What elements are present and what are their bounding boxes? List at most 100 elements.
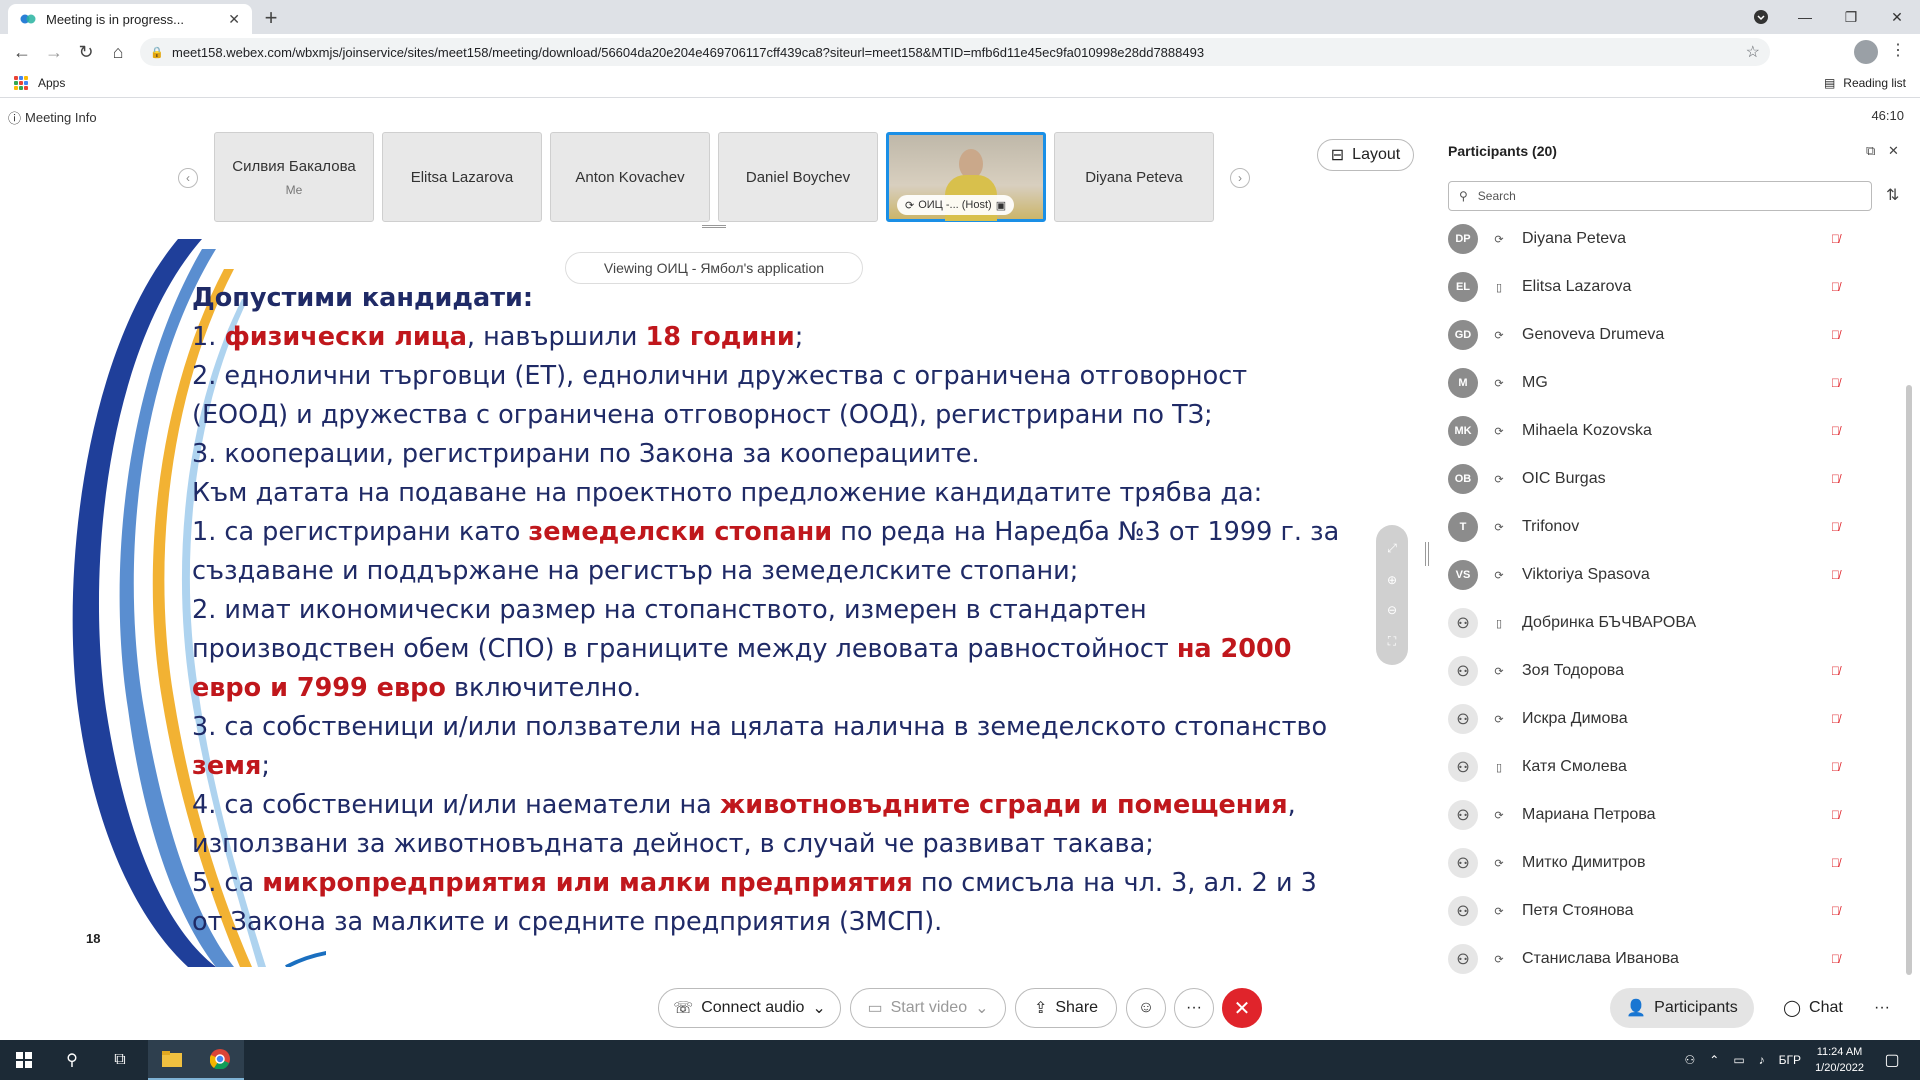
meeting-info-button[interactable]: ⓘ Meeting Info (8, 108, 97, 127)
strip-resize-handle[interactable] (702, 225, 726, 228)
apps-bookmark[interactable]: Apps (14, 76, 65, 90)
thumbnail-participant[interactable]: Diyana Peteva (1054, 132, 1214, 222)
fullscreen-icon[interactable]: ⤢ (1387, 541, 1397, 556)
participant-row[interactable]: ⚇ ⟳ Митко Димитров 🎙̸ (1448, 839, 1878, 887)
muted-mic-icon[interactable]: 🎙̸ (1831, 568, 1840, 582)
muted-mic-icon[interactable]: 🎙̸ (1831, 808, 1840, 822)
participants-title: Participants (20) (1448, 143, 1557, 159)
layout-button[interactable]: ⊟ Layout (1317, 139, 1414, 171)
close-icon: ✕ (1233, 997, 1251, 1020)
browser-tab[interactable]: Meeting is in progress... ✕ (8, 4, 252, 34)
muted-mic-icon[interactable]: 🎙̸ (1831, 904, 1840, 918)
zoom-in-icon[interactable]: ⊕ (1387, 573, 1397, 587)
participant-row[interactable]: ⚇ ⟳ Зоя Тодорова 🎙̸ (1448, 647, 1878, 695)
thumbnail-host-video[interactable]: ⟳ ОИЦ -... (Host) ▣ (886, 132, 1046, 222)
more-options-button[interactable]: ··· (1174, 988, 1214, 1028)
close-window-icon[interactable]: ✕ (1874, 0, 1920, 34)
muted-mic-icon[interactable]: 🎙̸ (1831, 232, 1840, 246)
participant-list: DP ⟳ Diyana Peteva 🎙̸ EL ▯ Elitsa Lazarova 🎙̸ GD… (1448, 215, 1878, 978)
participant-row[interactable]: VS ⟳ Viktoriya Spasova 🎙̸ (1448, 551, 1878, 599)
participant-search-input[interactable]: ⚲ Search (1448, 181, 1872, 211)
muted-mic-icon[interactable]: 🎙̸ (1831, 520, 1840, 534)
thumbnail-participant[interactable]: Elitsa Lazarova (382, 132, 542, 222)
file-explorer-icon[interactable] (148, 1040, 196, 1080)
notifications-icon[interactable]: ▢ (1868, 1040, 1916, 1080)
browser-menu-icon[interactable]: ⋮ (1890, 40, 1906, 60)
tray-chevron-icon[interactable]: ⌃ (1709, 1053, 1719, 1067)
search-icon: ⚲ (1459, 189, 1468, 203)
participant-row[interactable]: T ⟳ Trifonov 🎙̸ (1448, 503, 1878, 551)
muted-mic-icon[interactable]: 🎙̸ (1831, 760, 1840, 774)
zoom-out-icon[interactable]: ⊖ (1387, 603, 1397, 617)
muted-mic-icon[interactable]: 🎙̸ (1831, 856, 1840, 870)
home-icon[interactable]: ⌂ (106, 40, 130, 64)
volume-icon[interactable]: ♪ (1759, 1053, 1765, 1067)
muted-mic-icon[interactable]: 🎙̸ (1831, 376, 1840, 390)
start-video-button[interactable]: ▭ Start video ⌄ (850, 988, 1006, 1028)
popout-icon[interactable]: ⧉ (1866, 143, 1875, 159)
fit-screen-icon[interactable]: ⛶ (1388, 634, 1396, 649)
participant-row[interactable]: OB ⟳ OIC Burgas 🎙̸ (1448, 455, 1878, 503)
muted-mic-icon[interactable]: 🎙̸ (1831, 424, 1840, 438)
thumbnail-participant[interactable]: Daniel Boychev (718, 132, 878, 222)
forward-icon[interactable]: → (42, 40, 66, 64)
address-bar[interactable]: 🔒 meet158.webex.com/wbxmjs/joinservice/s… (140, 38, 1770, 66)
connect-audio-button[interactable]: ☏ Connect audio ⌄ (658, 988, 841, 1028)
participant-row[interactable]: M ⟳ MG 🎙̸ (1448, 359, 1878, 407)
minimize-icon[interactable]: — (1782, 0, 1828, 34)
bookmark-star-icon[interactable]: ☆ (1746, 42, 1760, 62)
close-tab-icon[interactable]: ✕ (228, 11, 240, 28)
slide-line-7: 3. са собственици и/или ползватели на ця… (192, 708, 1342, 786)
slide-heading: Допустими кандидати: (192, 283, 534, 313)
panel-resize-handle[interactable] (1425, 542, 1429, 566)
reactions-button[interactable]: ☺ (1126, 988, 1166, 1028)
thumbnail-participant[interactable]: Anton Kovachev (550, 132, 710, 222)
leave-meeting-button[interactable]: ✕ (1222, 988, 1262, 1028)
participants-button[interactable]: 👤 Participants (1610, 988, 1754, 1028)
shared-slide: Допустими кандидати: 1. физически лица, … (66, 239, 1362, 967)
reading-list-button[interactable]: ▤ Reading list (1824, 76, 1906, 90)
muted-mic-icon[interactable]: 🎙̸ (1831, 328, 1840, 342)
muted-mic-icon[interactable]: 🎙̸ (1831, 952, 1840, 966)
carousel-prev-icon[interactable]: ‹ (178, 168, 198, 188)
participant-row[interactable]: EL ▯ Elitsa Lazarova 🎙̸ (1448, 263, 1878, 311)
muted-mic-icon[interactable]: 🎙̸ (1831, 280, 1840, 294)
reload-icon[interactable]: ↻ (74, 40, 98, 64)
carousel-next-icon[interactable]: › (1230, 168, 1250, 188)
muted-mic-icon[interactable]: 🎙̸ (1831, 712, 1840, 726)
participants-icon: 👤 (1626, 1000, 1647, 1017)
windows-start-icon[interactable] (0, 1040, 48, 1080)
participant-row[interactable]: ⚇ ⟳ Мариана Петрова 🎙̸ (1448, 791, 1878, 839)
participant-row[interactable]: ⚇ ▯ Добринка БЪЧВАРОВА (1448, 599, 1878, 647)
chrome-icon[interactable] (196, 1040, 244, 1080)
sort-icon[interactable]: ⇅ (1886, 185, 1899, 205)
tab-search-icon[interactable] (1738, 0, 1784, 34)
muted-mic-icon[interactable]: 🎙̸ (1831, 664, 1840, 678)
language-indicator[interactable]: БГР (1779, 1053, 1801, 1067)
participant-row[interactable]: ⚇ ⟳ Петя Стоянова 🎙̸ (1448, 887, 1878, 935)
restore-icon[interactable]: ❐ (1828, 0, 1874, 34)
panel-more-icon[interactable]: ··· (1870, 988, 1894, 1028)
slide-highlight: физически лица (224, 322, 467, 352)
thumbnail-me[interactable]: Силвия Бакалова Me (214, 132, 374, 222)
participant-scrollbar[interactable] (1906, 385, 1912, 975)
back-icon[interactable]: ← (10, 40, 34, 64)
participant-row[interactable]: ⚇ ⟳ Станислава Иванова 🎙̸ (1448, 935, 1878, 978)
participant-row[interactable]: ⚇ ⟳ Искра Димова 🎙̸ (1448, 695, 1878, 743)
participant-row[interactable]: GD ⟳ Genoveva Drumeva 🎙̸ (1448, 311, 1878, 359)
profile-avatar-icon[interactable] (1854, 40, 1878, 64)
people-icon[interactable]: ⚇ (1685, 1053, 1696, 1067)
new-tab-icon[interactable]: + (258, 5, 284, 31)
task-view-icon[interactable]: ⧉ (96, 1040, 144, 1080)
muted-mic-icon[interactable]: 🎙̸ (1831, 472, 1840, 486)
share-button[interactable]: ⇪ Share (1015, 988, 1117, 1028)
close-panel-icon[interactable]: ✕ (1888, 143, 1899, 159)
participant-row[interactable]: DP ⟳ Diyana Peteva 🎙̸ (1448, 215, 1878, 263)
viewing-banner: Viewing ОИЦ - Ямбол's application (565, 252, 863, 284)
participant-row[interactable]: ⚇ ▯ Катя Смолева 🎙̸ (1448, 743, 1878, 791)
chat-button[interactable]: ◯ Chat (1766, 988, 1860, 1028)
network-icon[interactable]: ▭ (1733, 1053, 1744, 1067)
search-icon[interactable]: ⚲ (48, 1040, 96, 1080)
participant-row[interactable]: MK ⟳ Mihaela Kozovska 🎙̸ (1448, 407, 1878, 455)
clock[interactable]: 11:24 AM 1/20/2022 (1815, 1044, 1864, 1076)
